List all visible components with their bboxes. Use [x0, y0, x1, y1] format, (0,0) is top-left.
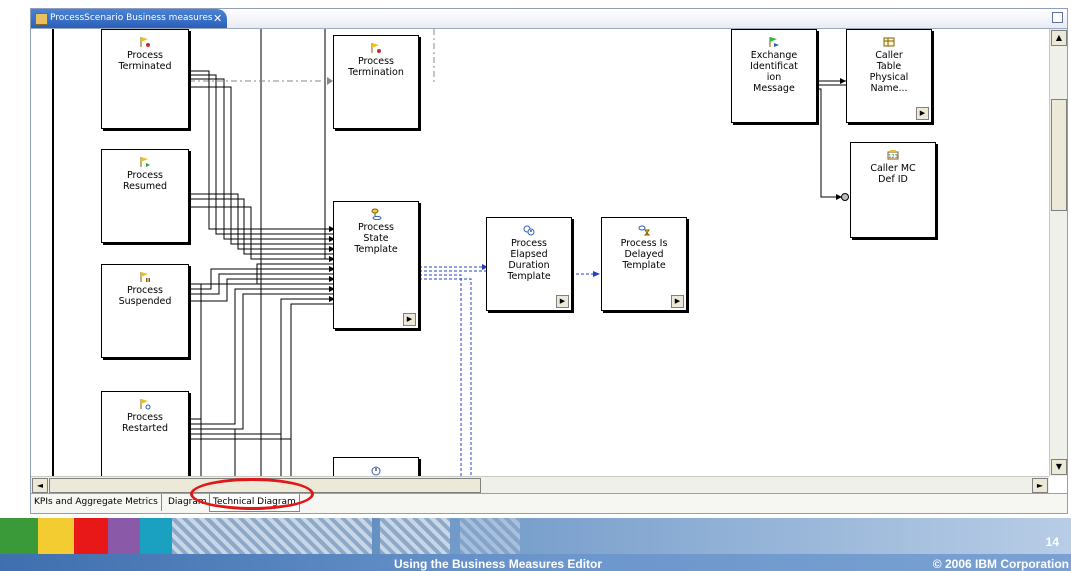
technical-diagram-canvas[interactable]: Process Terminated Process Termination P…: [31, 29, 1049, 476]
data-field-icon: 123: [887, 150, 899, 160]
flag-restart-icon: [140, 399, 151, 410]
node-label: Process Elapsed Duration Template: [507, 238, 551, 282]
node-caller-table-physical-name[interactable]: Caller Table Physical Name... ▶: [846, 29, 932, 123]
color-stripe-green: [0, 518, 38, 554]
expand-arrow-icon[interactable]: ▶: [556, 295, 569, 308]
node-label: Process Termination: [348, 56, 404, 78]
vertical-scrollbar[interactable]: ▲ ▼: [1049, 29, 1067, 476]
tab-kpis-and-aggregate-metrics[interactable]: KPIs and Aggregate Metrics: [31, 494, 162, 511]
flag-suspend-icon: [140, 272, 150, 282]
node-label: Exchange Identificat ion Message: [750, 50, 798, 94]
color-stripe-yellow: [38, 518, 74, 554]
editor-page-tabs: KPIs and Aggregate Metrics Diagram Techn…: [31, 493, 1067, 513]
flag-event-icon: [140, 37, 150, 47]
highlight-annotation: [190, 478, 314, 510]
timer-icon: [371, 466, 381, 476]
expand-arrow-icon[interactable]: ▶: [916, 107, 929, 120]
delayed-template-icon: [638, 225, 650, 236]
node-process-restarted[interactable]: Process Restarted: [101, 391, 189, 476]
node-caller-mc-def-id[interactable]: 123 Caller MC Def ID: [850, 142, 936, 238]
node-label: Caller Table Physical Name...: [869, 50, 909, 94]
close-icon[interactable]: ✕: [213, 9, 222, 28]
node-process-resumed[interactable]: Process Resumed: [101, 149, 189, 243]
svg-text:123: 123: [888, 154, 898, 160]
node-label: Process State Template: [354, 222, 398, 255]
footer-photo-collage: [460, 518, 520, 554]
message-event-icon: [769, 37, 779, 47]
node-process-is-delayed-template[interactable]: Process Is Delayed Template ▶: [601, 217, 687, 311]
scroll-right-icon[interactable]: ►: [1032, 478, 1048, 493]
slide-footer: 14 Using the Business Measures Editor © …: [0, 518, 1071, 571]
footer-photo-collage: [380, 518, 450, 554]
footer-copyright: © 2006 IBM Corporation: [932, 557, 1069, 571]
node-label: Process Restarted: [121, 412, 169, 434]
footer-photo-collage: [172, 518, 372, 554]
business-measures-icon: [35, 13, 48, 25]
editor-tab-bar: ProcessScenario Business measures ✕: [31, 9, 1067, 29]
horizontal-scrollbar[interactable]: ◄ ►: [31, 476, 1049, 493]
node-process-state-template[interactable]: Process State Template ▶: [333, 201, 419, 329]
color-stripe-purple: [108, 518, 140, 554]
node-process-elapsed-duration-template[interactable]: Process Elapsed Duration Template ▶: [486, 217, 572, 311]
node-partial-timer[interactable]: [333, 457, 419, 476]
node-process-terminated[interactable]: Process Terminated: [101, 29, 189, 129]
maximize-button[interactable]: [1052, 12, 1063, 23]
editor-pane: ProcessScenario Business measures ✕ Proc…: [30, 8, 1068, 514]
flag-resume-icon: [140, 157, 150, 167]
scroll-down-icon[interactable]: ▼: [1051, 459, 1067, 475]
expand-arrow-icon[interactable]: ▶: [671, 295, 684, 308]
flag-event-icon: [371, 43, 381, 53]
node-label: Process Resumed: [122, 170, 168, 192]
node-process-termination[interactable]: Process Termination: [333, 35, 419, 129]
scroll-left-icon[interactable]: ◄: [32, 478, 48, 493]
table-icon: [883, 37, 895, 47]
scroll-up-icon[interactable]: ▲: [1051, 30, 1067, 46]
node-label: Process Terminated: [118, 50, 172, 72]
editor-tab-business-measures[interactable]: ProcessScenario Business measures ✕: [31, 9, 227, 28]
node-process-suspended[interactable]: Process Suspended: [101, 264, 189, 358]
node-label: Process Suspended: [118, 285, 172, 307]
expand-arrow-icon[interactable]: ▶: [403, 313, 416, 326]
slide-number: 14: [1045, 535, 1059, 549]
node-exchange-identification-message[interactable]: Exchange Identificat ion Message: [731, 29, 817, 123]
vertical-scroll-thumb[interactable]: [1051, 99, 1067, 211]
color-stripe-red: [74, 518, 108, 554]
footer-title: Using the Business Measures Editor: [394, 557, 603, 571]
color-stripe-teal: [140, 518, 172, 554]
duration-template-icon: [523, 225, 535, 236]
node-label: Caller MC Def ID: [870, 163, 916, 185]
editor-tab-label: ProcessScenario Business measures: [50, 13, 213, 23]
state-template-icon: [371, 208, 382, 220]
node-label: Process Is Delayed Template: [620, 238, 668, 271]
